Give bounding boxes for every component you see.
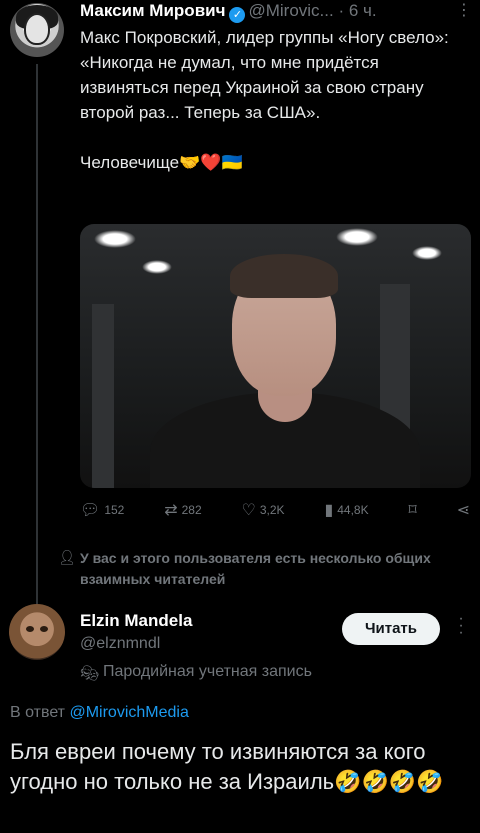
author-avatar[interactable]	[10, 3, 64, 57]
parody-label: Пародийная учетная запись	[103, 663, 312, 680]
reply-author-handle[interactable]: @elznmndl	[80, 635, 160, 653]
author-handle[interactable]: @Mirovic...	[248, 1, 333, 20]
share-button[interactable]: ⋖	[457, 500, 470, 520]
verified-icon: ✓	[229, 7, 246, 23]
more-icon[interactable]: ⋮	[456, 0, 473, 20]
views-button[interactable]: ▮ 44,8K	[324, 500, 368, 520]
repost-button[interactable]: ⇄ 282	[164, 500, 201, 520]
reply-button[interactable]: 💬︎ 152	[80, 500, 124, 520]
like-icon: ♡	[241, 502, 256, 519]
reply-author-avatar[interactable]	[9, 604, 65, 660]
bookmark-icon: ⌑	[408, 502, 417, 519]
tweet-photo[interactable]	[80, 224, 471, 488]
author-name[interactable]: Максим Мирович	[80, 1, 225, 20]
reply-text: Бля евреи почему то извиняются за кого у…	[10, 739, 444, 794]
tweet-header: Максим Мирович ✓ @Mirovic... · 6 ч.	[80, 0, 377, 23]
user-icon: 👤︎	[58, 549, 76, 565]
share-icon: ⋖	[456, 502, 470, 519]
thread-line	[36, 64, 38, 604]
reply-to-handle[interactable]: @MirovichMedia	[69, 704, 188, 721]
reply-icon: 💬︎	[80, 502, 101, 519]
follow-button[interactable]: Читать	[342, 613, 440, 645]
tweet-actions: 💬︎ 152 ⇄ 282 ♡ 3,2K ▮ 44,8K ⌑ ⋖	[80, 498, 470, 522]
repost-icon: ⇄	[164, 502, 178, 519]
bookmark-button[interactable]: ⌑	[408, 500, 416, 520]
mutual-followers-notice: У вас и этого пользователя есть нескольк…	[80, 550, 431, 587]
reply-author-name[interactable]: Elzin Mandela	[80, 611, 192, 631]
views-icon: ▮	[324, 502, 334, 519]
tweet-time[interactable]: · 6 ч.	[338, 1, 376, 20]
parody-mask-icon: 🎭︎	[80, 665, 100, 682]
reply-to-line: В ответ @MirovichMedia	[10, 704, 189, 722]
reply-more-icon[interactable]: · · ·	[458, 611, 464, 641]
reply-to-prefix: В ответ	[10, 704, 66, 721]
tweet-text: Макс Покровский, лидер группы «Ногу свел…	[80, 28, 449, 172]
like-button[interactable]: ♡ 3,2K	[242, 500, 285, 520]
